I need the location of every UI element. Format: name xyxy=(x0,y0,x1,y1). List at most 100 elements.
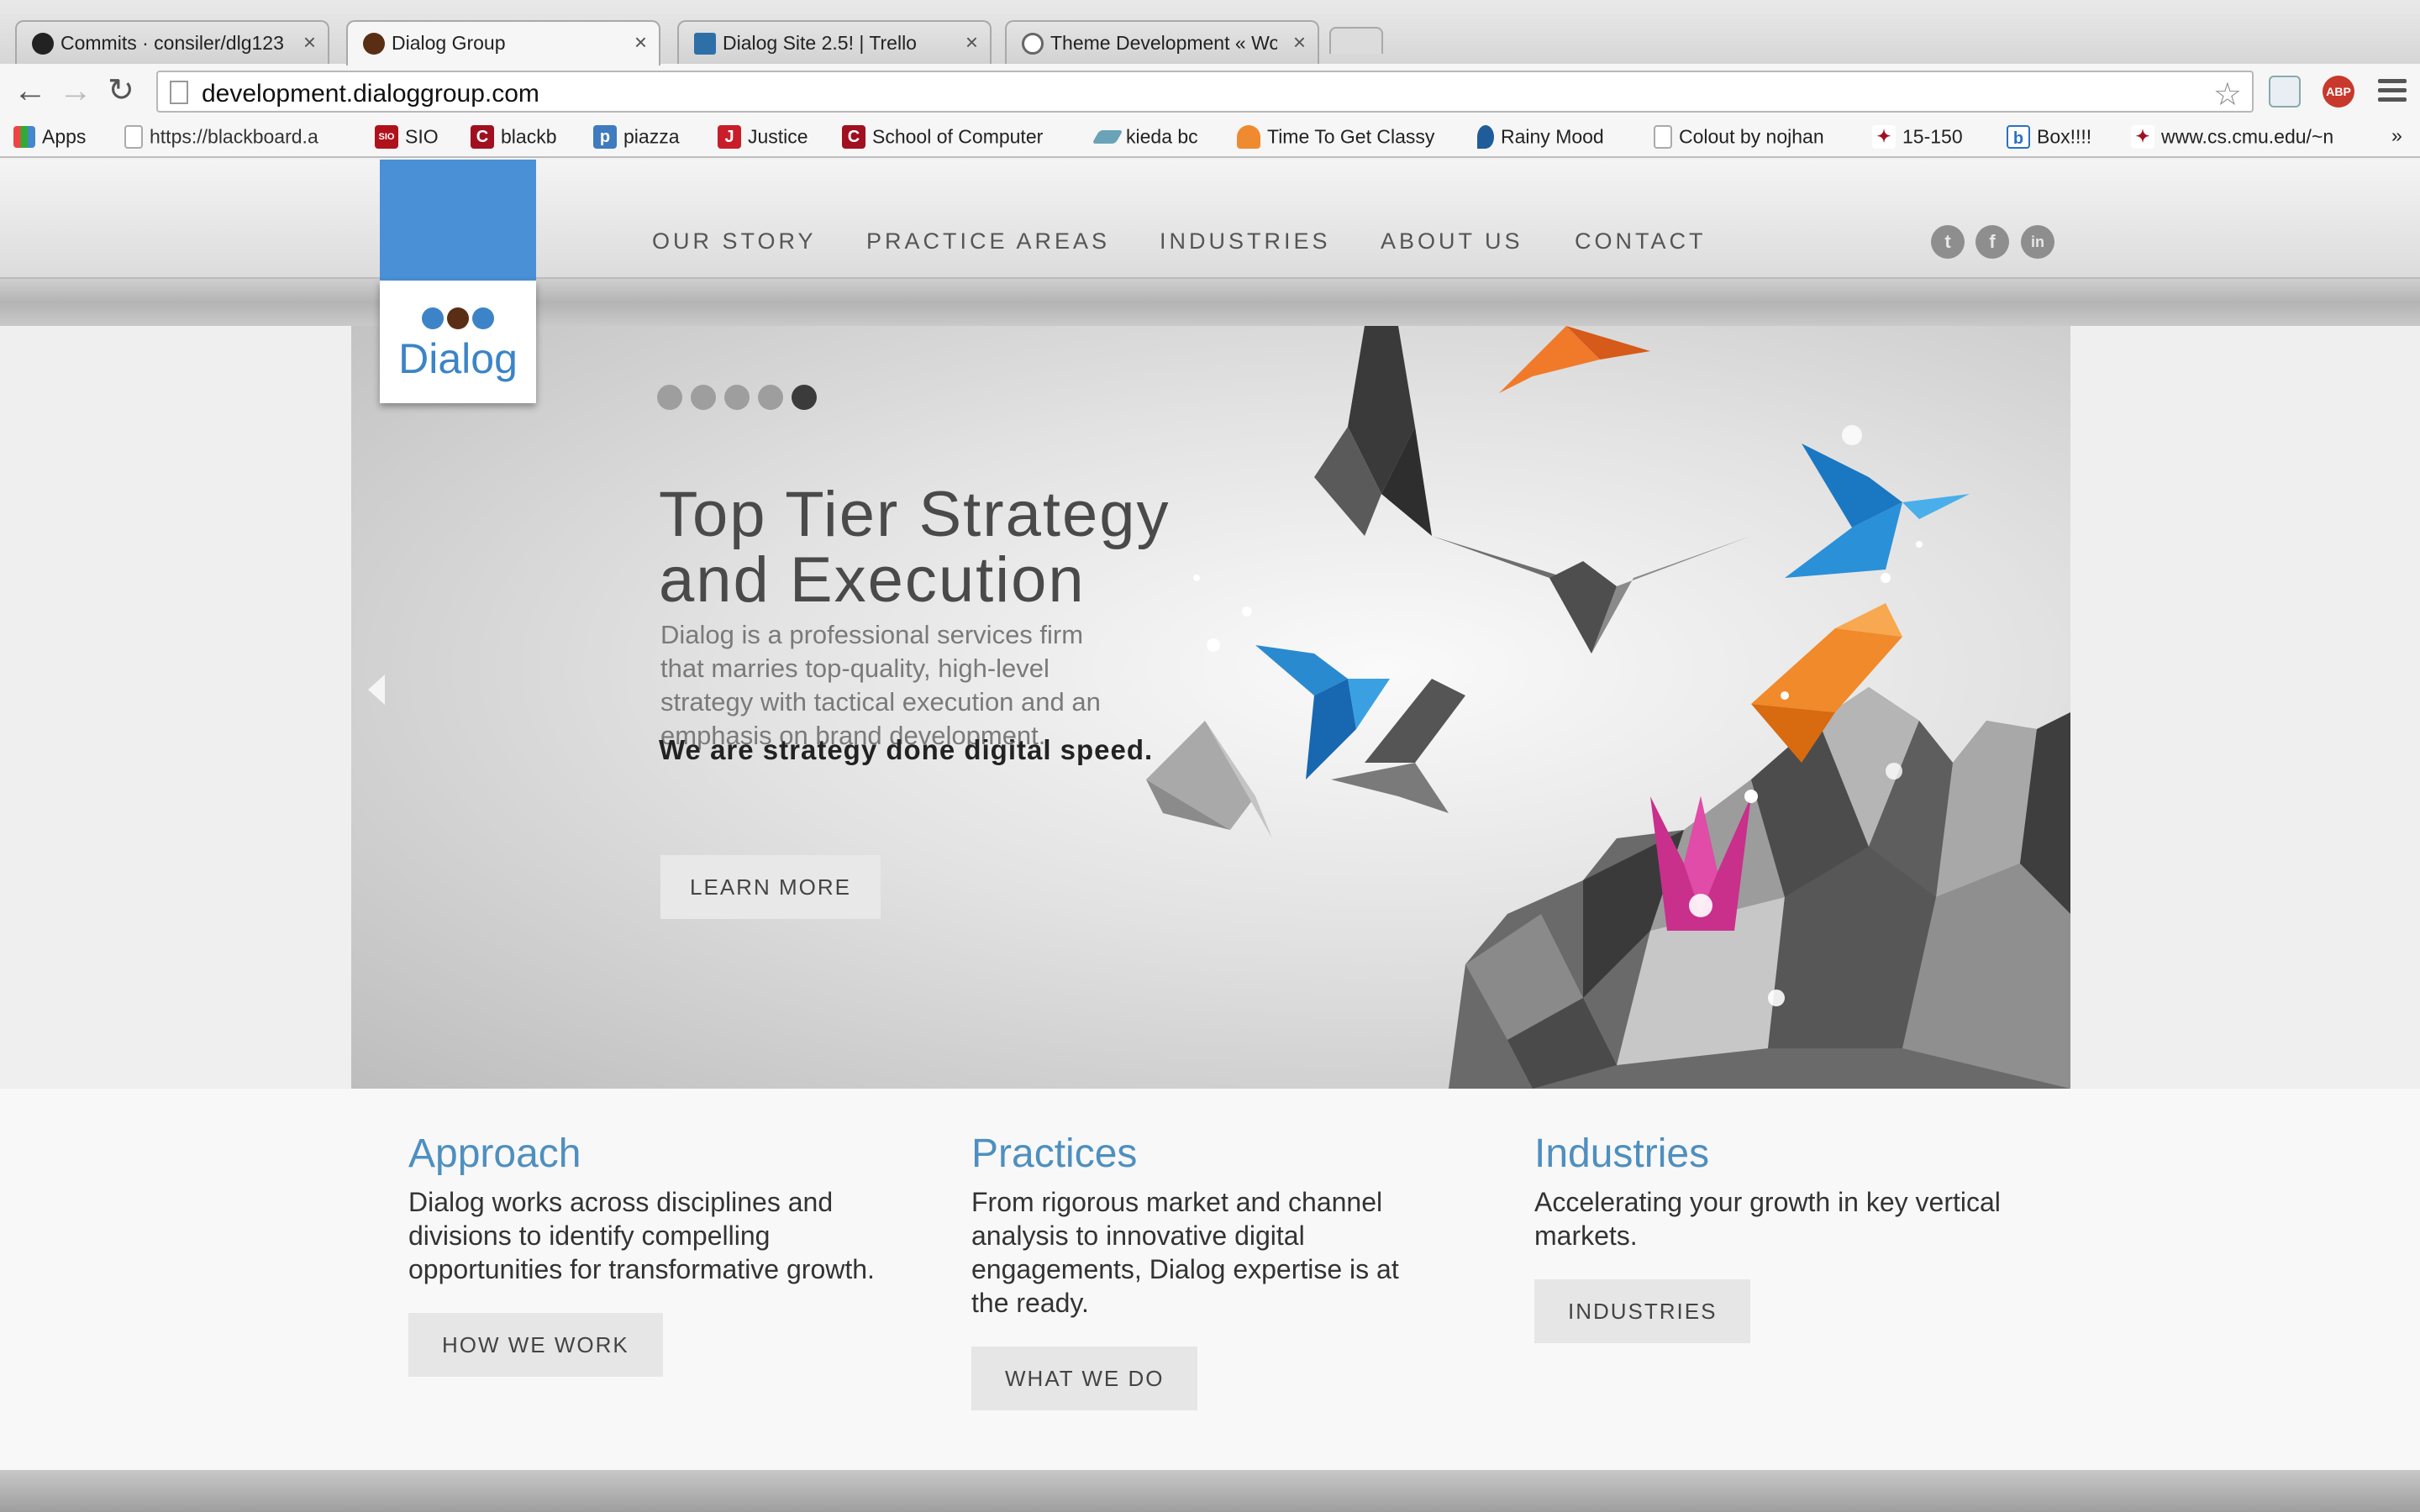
bookmark-kieda-bc[interactable]: kieda bc xyxy=(1092,124,1198,153)
bookmarks-overflow[interactable]: » xyxy=(2391,124,2402,153)
facebook-icon[interactable]: f xyxy=(1975,225,2009,259)
how-we-work-button[interactable]: HOW WE WORK xyxy=(408,1313,663,1377)
bookmark-sio[interactable]: SIO SIO xyxy=(375,124,439,153)
feature-practices: Practices From rigorous market and chann… xyxy=(971,1131,1442,1410)
close-icon[interactable]: × xyxy=(634,29,647,55)
bookmark-apps[interactable]: Apps xyxy=(13,124,86,153)
bookmark-colout[interactable]: Colout by nojhan xyxy=(1654,124,1824,153)
bookmark-school-of-computer[interactable]: C School of Computer xyxy=(842,124,1043,153)
hero-slider: Top Tier Strategy and Execution Dialog i… xyxy=(351,326,2070,1089)
menu-icon[interactable] xyxy=(2378,79,2407,107)
slide-indicator-active[interactable] xyxy=(792,385,817,410)
browser-tab-strip: Commits · consiler/dlg123 × Dialog Group… xyxy=(0,0,2420,66)
url-text[interactable]: development.dialoggroup.com xyxy=(202,80,539,108)
logo-dot xyxy=(472,307,494,329)
feature-approach: Approach Dialog works across disciplines… xyxy=(408,1131,879,1377)
feature-heading: Approach xyxy=(408,1131,581,1176)
feature-text: Dialog works across disciplines and divi… xyxy=(408,1187,875,1284)
bookmarks-bar: Apps https://blackboard.a SIO SIO Cblackb… xyxy=(0,119,2420,158)
github-icon xyxy=(32,33,54,55)
slide-indicator[interactable] xyxy=(758,385,783,410)
hero-title: Top Tier Strategy and Execution xyxy=(659,479,1171,616)
piazza-icon: p xyxy=(593,124,617,149)
tab-theme-development[interactable]: Theme Development « Wor × xyxy=(1005,20,1319,64)
page-icon xyxy=(170,81,188,104)
back-arrow-icon[interactable]: ← xyxy=(13,74,47,108)
scotty-icon: ✦ xyxy=(1872,124,1896,149)
tab-title: Commits · consiler/dlg123 xyxy=(60,32,284,54)
logo[interactable]: Dialog xyxy=(380,281,536,403)
nav-industries[interactable]: INDUSTRIES xyxy=(1160,228,1331,255)
bookmark-blackb[interactable]: Cblackb xyxy=(471,124,556,153)
apps-grid-icon xyxy=(13,125,35,148)
nav-our-story[interactable]: OUR STORY xyxy=(652,228,817,255)
bookmark-rainy-mood[interactable]: Rainy Mood xyxy=(1477,124,1604,153)
bookmark-star-icon[interactable]: ☆ xyxy=(2213,76,2242,113)
cmu-icon: C xyxy=(842,124,865,149)
reload-icon[interactable]: ↻ xyxy=(108,74,134,108)
bookmark-box[interactable]: b Box!!!! xyxy=(2007,124,2091,153)
bookmark-15-150[interactable]: ✦ 15-150 xyxy=(1872,124,1963,153)
trello-icon xyxy=(694,33,716,55)
nav-practice-areas[interactable]: PRACTICE AREAS xyxy=(866,228,1110,255)
what-we-do-button[interactable]: WHAT WE DO xyxy=(971,1347,1198,1410)
tab-commits[interactable]: Commits · consiler/dlg123 × xyxy=(15,20,329,64)
new-tab-button[interactable] xyxy=(1329,27,1383,54)
box-icon: b xyxy=(2007,124,2030,149)
industries-button[interactable]: INDUSTRIES xyxy=(1534,1279,1751,1343)
bookmark-justice[interactable]: J Justice xyxy=(718,124,808,153)
tab-trello[interactable]: Dialog Site 2.5! | Trello × xyxy=(677,20,992,64)
nav-about-us[interactable]: ABOUT US xyxy=(1381,228,1523,255)
linkedin-icon[interactable]: in xyxy=(2021,225,2054,259)
tab-title: Dialog Group xyxy=(392,32,506,54)
feature-text: From rigorous market and channel analysi… xyxy=(971,1187,1399,1318)
logo-dot xyxy=(422,307,444,329)
page-icon xyxy=(1654,124,1672,149)
flame-icon xyxy=(1237,124,1260,149)
feature-section: Approach Dialog works across disciplines… xyxy=(0,1089,2420,1470)
logo-accent-block xyxy=(380,160,536,281)
twitter-icon[interactable]: t xyxy=(1931,225,1965,259)
bookmark-time-to-get-classy[interactable]: Time To Get Classy xyxy=(1237,124,1434,153)
dialog-favicon xyxy=(363,33,385,55)
feature-industries: Industries Accelerating your growth in k… xyxy=(1534,1131,2005,1343)
origami-birds-illustration xyxy=(1146,326,2070,1089)
logo-wordmark: Dialog xyxy=(398,335,518,382)
tab-dialog-group[interactable]: Dialog Group × xyxy=(346,20,660,66)
justice-icon: J xyxy=(718,124,741,149)
close-icon[interactable]: × xyxy=(303,29,316,55)
bookmark-piazza[interactable]: p piazza xyxy=(593,124,679,153)
hero-tagline: We are strategy done digital speed. xyxy=(659,734,1154,765)
extension-icon[interactable] xyxy=(2269,76,2301,108)
nav-contact[interactable]: CONTACT xyxy=(1575,228,1707,255)
page-icon xyxy=(124,124,143,149)
feature-heading: Practices xyxy=(971,1131,1138,1176)
site-header: OUR STORY PRACTICE AREAS INDUSTRIES ABOU… xyxy=(0,160,2420,279)
bookmark-blackboard[interactable]: https://blackboard.a xyxy=(124,124,318,153)
raindrop-icon xyxy=(1477,124,1494,149)
wordpress-icon xyxy=(1022,33,1044,55)
address-bar[interactable]: development.dialoggroup.com ☆ xyxy=(156,71,2254,113)
feature-heading: Industries xyxy=(1534,1131,1710,1176)
slide-indicator[interactable] xyxy=(691,385,716,410)
footer-band xyxy=(0,1470,2420,1512)
cmu-icon: C xyxy=(471,124,494,149)
adblock-icon[interactable]: ABP xyxy=(2323,76,2354,108)
learn-more-button[interactable]: LEARN MORE xyxy=(660,855,881,919)
forward-arrow-icon[interactable]: → xyxy=(59,74,92,108)
header-band xyxy=(0,279,2420,326)
tab-title: Dialog Site 2.5! | Trello xyxy=(723,32,917,54)
tab-title: Theme Development « Wor xyxy=(1050,32,1277,54)
logo-dot xyxy=(447,307,469,329)
slide-indicator[interactable] xyxy=(724,385,750,410)
close-icon[interactable]: × xyxy=(1293,29,1306,55)
sio-icon: SIO xyxy=(375,124,398,149)
close-icon[interactable]: × xyxy=(965,29,978,55)
browser-toolbar: ← → ↻ development.dialoggroup.com ☆ ABP xyxy=(0,64,2420,119)
slide-indicator[interactable] xyxy=(657,385,682,410)
feature-text: Accelerating your growth in key vertical… xyxy=(1534,1187,2001,1251)
hero-description: Dialog is a professional services firm t… xyxy=(660,620,1101,750)
previous-slide-arrow-icon[interactable] xyxy=(368,675,385,705)
kieda-icon xyxy=(1092,129,1123,144)
bookmark-cs-cmu[interactable]: ✦ www.cs.cmu.edu/~n xyxy=(2131,124,2333,153)
